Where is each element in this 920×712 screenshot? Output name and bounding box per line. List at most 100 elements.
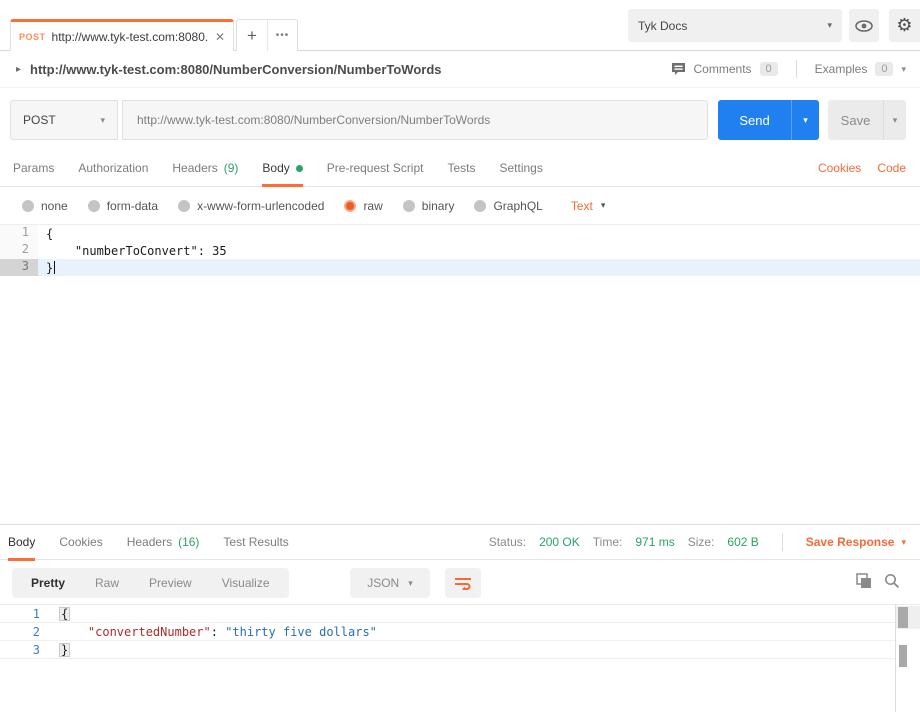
- mode-form-data[interactable]: form-data: [87, 199, 158, 213]
- comments-count-badge: 0: [759, 62, 778, 76]
- request-title-row: ▸ http://www.tyk-test.com:8080/NumberCon…: [0, 51, 920, 88]
- copy-response-button[interactable]: [856, 573, 872, 589]
- tab-body[interactable]: Body: [262, 150, 303, 187]
- response-line: 3 }: [0, 641, 895, 659]
- environment-selector[interactable]: Tyk Docs ▾: [628, 9, 842, 42]
- tab-tests[interactable]: Tests: [447, 150, 475, 187]
- close-brace: }: [59, 642, 71, 657]
- save-options-button[interactable]: ▾: [883, 100, 906, 140]
- save-response-button[interactable]: Save Response ▾: [806, 535, 906, 549]
- request-tab[interactable]: POST http://www.tyk-test.com:8080... ✕: [10, 19, 234, 51]
- chevron-down-icon: ▾: [100, 114, 105, 125]
- response-tabs: Body Cookies Headers (16) Test Results S…: [0, 524, 920, 561]
- scrollbar-thumb[interactable]: [899, 645, 907, 667]
- search-icon: [885, 574, 900, 589]
- radio-selected-icon: [344, 199, 357, 212]
- radio-icon: [87, 199, 100, 212]
- tab-pre-request-script[interactable]: Pre-request Script: [327, 150, 424, 187]
- comment-icon: [671, 63, 685, 75]
- headers-count: (9): [223, 161, 239, 175]
- request-name: http://www.tyk-test.com:8080/NumberConve…: [30, 61, 442, 77]
- line-number: 3: [0, 259, 38, 276]
- view-pretty[interactable]: Pretty: [16, 576, 80, 590]
- chevron-down-icon: ▾: [803, 114, 808, 125]
- app-tab-bar: POST http://www.tyk-test.com:8080... ✕ +…: [0, 0, 920, 51]
- wrap-lines-button[interactable]: [445, 568, 481, 598]
- open-brace: {: [59, 606, 71, 621]
- tab-params[interactable]: Params: [13, 150, 54, 187]
- mode-raw[interactable]: raw: [344, 199, 383, 213]
- text-cursor: [54, 261, 56, 274]
- editor-line: 2 "numberToConvert": 35: [0, 242, 920, 259]
- examples-button[interactable]: Examples: [815, 62, 868, 76]
- time-value: 971 ms: [635, 535, 675, 549]
- mode-x-www-form-urlencoded[interactable]: x-www-form-urlencoded: [178, 199, 324, 213]
- environment-label: Tyk Docs: [638, 18, 688, 33]
- send-options-button[interactable]: ▾: [791, 100, 819, 140]
- view-raw[interactable]: Raw: [80, 576, 134, 590]
- method-selector[interactable]: POST ▾: [10, 100, 118, 140]
- request-body-editor[interactable]: 1 { 2 "numberToConvert": 35 3 }: [0, 225, 920, 524]
- send-button[interactable]: Send: [718, 100, 791, 140]
- chevron-down-icon[interactable]: ▾: [901, 64, 906, 75]
- radio-icon: [474, 199, 487, 212]
- mode-graphql[interactable]: GraphQL: [474, 199, 543, 213]
- copy-icon: [856, 573, 871, 588]
- response-tab-cookies[interactable]: Cookies: [59, 524, 102, 561]
- cookies-link[interactable]: Cookies: [818, 161, 861, 175]
- search-response-button[interactable]: [884, 573, 900, 589]
- size-value: 602 B: [727, 535, 759, 549]
- line-number: 2: [32, 624, 40, 639]
- request-tabs: Params Authorization Headers (9) Body Pr…: [0, 150, 920, 187]
- new-tab-button[interactable]: +: [237, 20, 267, 51]
- mode-none[interactable]: none: [22, 199, 68, 213]
- settings-button[interactable]: ⚙: [889, 9, 920, 42]
- json-key: "convertedNumber": [87, 624, 211, 639]
- size-label: Size:: [687, 535, 715, 549]
- tab-method-label: POST: [19, 31, 46, 42]
- status-value: 200 OK: [539, 535, 580, 549]
- divider: [781, 533, 783, 551]
- url-input[interactable]: [122, 100, 708, 140]
- line-number: 1: [0, 225, 38, 242]
- response-tab-headers[interactable]: Headers (16): [127, 524, 200, 561]
- raw-type-selector[interactable]: Text ▾: [571, 199, 606, 213]
- response-tab-body[interactable]: Body: [8, 524, 36, 561]
- line-number: 2: [0, 242, 38, 259]
- tab-authorization[interactable]: Authorization: [78, 150, 148, 187]
- response-toolbar: Pretty Raw Preview Visualize JSON ▾: [0, 560, 920, 604]
- mode-binary[interactable]: binary: [402, 199, 454, 213]
- view-preview[interactable]: Preview: [134, 576, 207, 590]
- chevron-down-icon: ▾: [892, 114, 898, 125]
- response-view-switcher: Pretty Raw Preview Visualize: [12, 568, 289, 598]
- json-value: "thirty five dollars": [225, 624, 377, 639]
- editor-line-active: 3 }: [0, 259, 920, 276]
- editor-line: 1 {: [0, 225, 920, 242]
- examples-count-badge: 0: [875, 62, 894, 76]
- close-icon[interactable]: ✕: [215, 30, 225, 44]
- save-button-group: Save ▾: [828, 100, 906, 140]
- scrollbar-thumb[interactable]: [898, 607, 908, 628]
- save-button[interactable]: Save: [828, 100, 883, 140]
- tab-settings[interactable]: Settings: [500, 150, 543, 187]
- send-button-group: Send ▾: [718, 100, 819, 140]
- chevron-down-icon: ▾: [408, 577, 413, 588]
- code-link[interactable]: Code: [877, 161, 906, 175]
- response-line: 1 {: [0, 605, 895, 623]
- time-label: Time:: [592, 535, 623, 549]
- status-label: Status:: [488, 535, 527, 549]
- view-visualize[interactable]: Visualize: [207, 576, 285, 590]
- divider: [795, 60, 797, 78]
- collapse-arrow-icon[interactable]: ▸: [16, 64, 21, 75]
- method-label: POST: [23, 113, 56, 127]
- tab-headers[interactable]: Headers (9): [172, 150, 238, 187]
- environment-preview-button[interactable]: [849, 9, 879, 42]
- tab-title: http://www.tyk-test.com:8080...: [51, 29, 209, 44]
- response-format-selector[interactable]: JSON ▾: [350, 568, 430, 598]
- chevron-down-icon: ▾: [901, 536, 906, 547]
- more-tabs-button[interactable]: •••: [267, 20, 297, 51]
- radio-icon: [22, 199, 34, 212]
- comments-button[interactable]: Comments: [694, 62, 752, 76]
- body-mode-row: none form-data x-www-form-urlencoded raw…: [0, 187, 920, 225]
- response-tab-test-results[interactable]: Test Results: [223, 524, 288, 561]
